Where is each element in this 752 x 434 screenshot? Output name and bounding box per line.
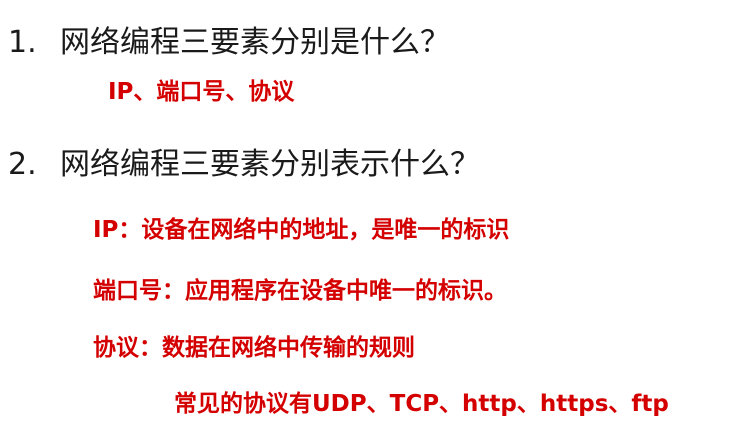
answer-1: IP、端口号、协议 [108, 79, 295, 105]
question-1-text: 网络编程三要素分别是什么？ [60, 25, 450, 60]
answer-2-ip: IP：设备在网络中的地址，是唯一的标识 [93, 217, 510, 243]
question-1-number: 1. [8, 25, 37, 60]
question-1: 1. 网络编程三要素分别是什么？ [8, 28, 450, 58]
answer-2-common-protocols: 常见的协议有UDP、TCP、http、https、ftp [174, 391, 669, 417]
question-2-text: 网络编程三要素分别表示什么？ [60, 147, 480, 182]
question-2-number: 2. [8, 147, 37, 182]
answer-2-protocol: 协议：数据在网络中传输的规则 [93, 335, 415, 361]
question-2: 2. 网络编程三要素分别表示什么？ [8, 150, 480, 180]
answer-2-port: 端口号：应用程序在设备中唯一的标识。 [93, 278, 507, 304]
